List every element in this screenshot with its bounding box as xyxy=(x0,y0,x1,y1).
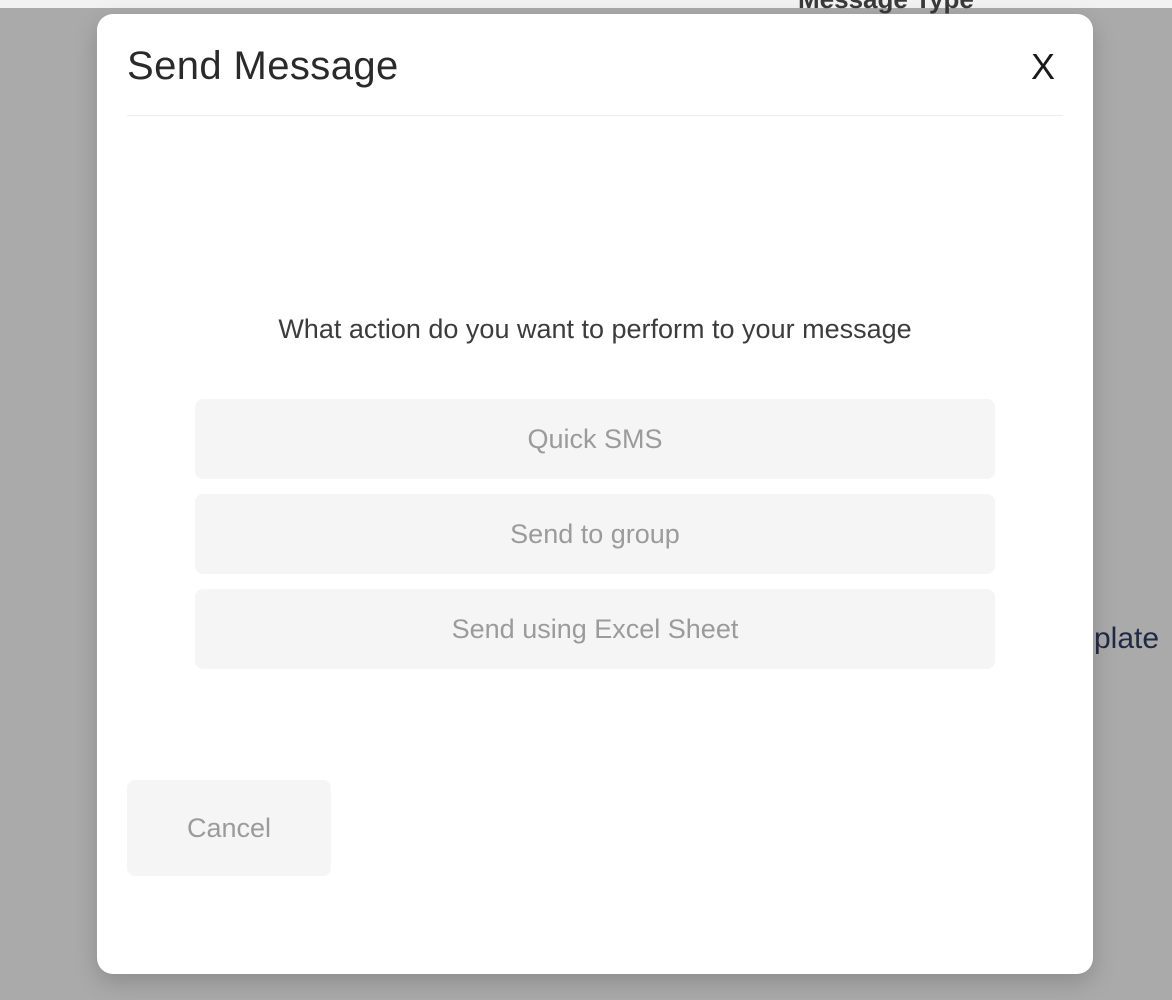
options-list: Quick SMS Send to group Send using Excel… xyxy=(195,399,995,669)
background-top-strip xyxy=(0,0,1172,8)
modal-title: Send Message xyxy=(127,44,399,89)
modal-body: What action do you want to perform to yo… xyxy=(127,116,1063,669)
prompt-text: What action do you want to perform to yo… xyxy=(127,314,1063,345)
close-button[interactable]: X xyxy=(1023,49,1063,85)
send-using-excel-button[interactable]: Send using Excel Sheet xyxy=(195,589,995,669)
background-template-label: plate xyxy=(1094,622,1159,656)
background-header-label: Message Type xyxy=(798,0,974,15)
cancel-button[interactable]: Cancel xyxy=(127,780,331,876)
send-to-group-button[interactable]: Send to group xyxy=(195,494,995,574)
close-icon: X xyxy=(1031,46,1055,87)
send-message-modal: Send Message X What action do you want t… xyxy=(97,14,1093,974)
quick-sms-button[interactable]: Quick SMS xyxy=(195,399,995,479)
modal-footer: Cancel xyxy=(127,780,331,876)
modal-header: Send Message X xyxy=(127,44,1063,116)
